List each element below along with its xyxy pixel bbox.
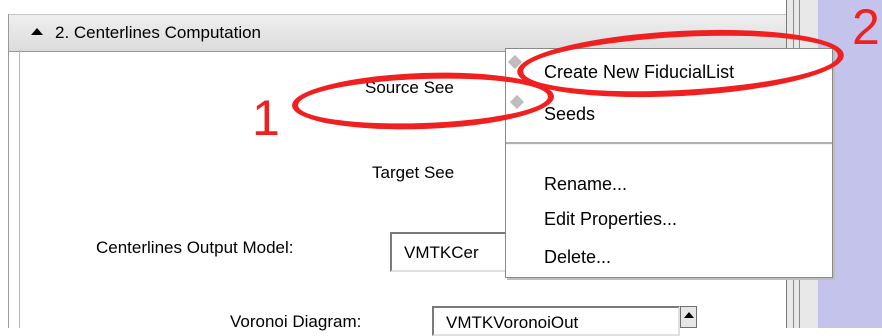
annotation-number-2: 2: [852, 0, 880, 55]
voronoi-diagram-label: Voronoi Diagram:: [230, 312, 362, 331]
section-title: 2. Centerlines Computation: [55, 23, 262, 42]
voronoi-diagram-value: VMTKVoronoiOut: [446, 313, 579, 332]
voronoi-diagram-select[interactable]: VMTKVoronoiOut: [432, 306, 680, 336]
menu-item-seeds[interactable]: Seeds: [544, 103, 595, 125]
menu-item-edit-properties[interactable]: Edit Properties...: [544, 208, 677, 230]
menu-item-delete[interactable]: Delete...: [544, 246, 611, 268]
collapse-icon[interactable]: [31, 28, 43, 35]
centerlines-output-value: VMTKCer: [404, 243, 479, 262]
left-margin: [0, 0, 8, 328]
annotation-number-1: 1: [252, 90, 280, 146]
menu-separator: [506, 142, 832, 145]
centerlines-output-label: Centerlines Output Model:: [96, 238, 294, 257]
menu-item-rename[interactable]: Rename...: [544, 173, 627, 195]
arrow-up-icon: [684, 312, 694, 318]
scroll-up-button[interactable]: [680, 306, 697, 328]
centerlines-output-select[interactable]: VMTKCer: [390, 232, 510, 272]
target-seeds-label: Target See: [372, 163, 455, 182]
